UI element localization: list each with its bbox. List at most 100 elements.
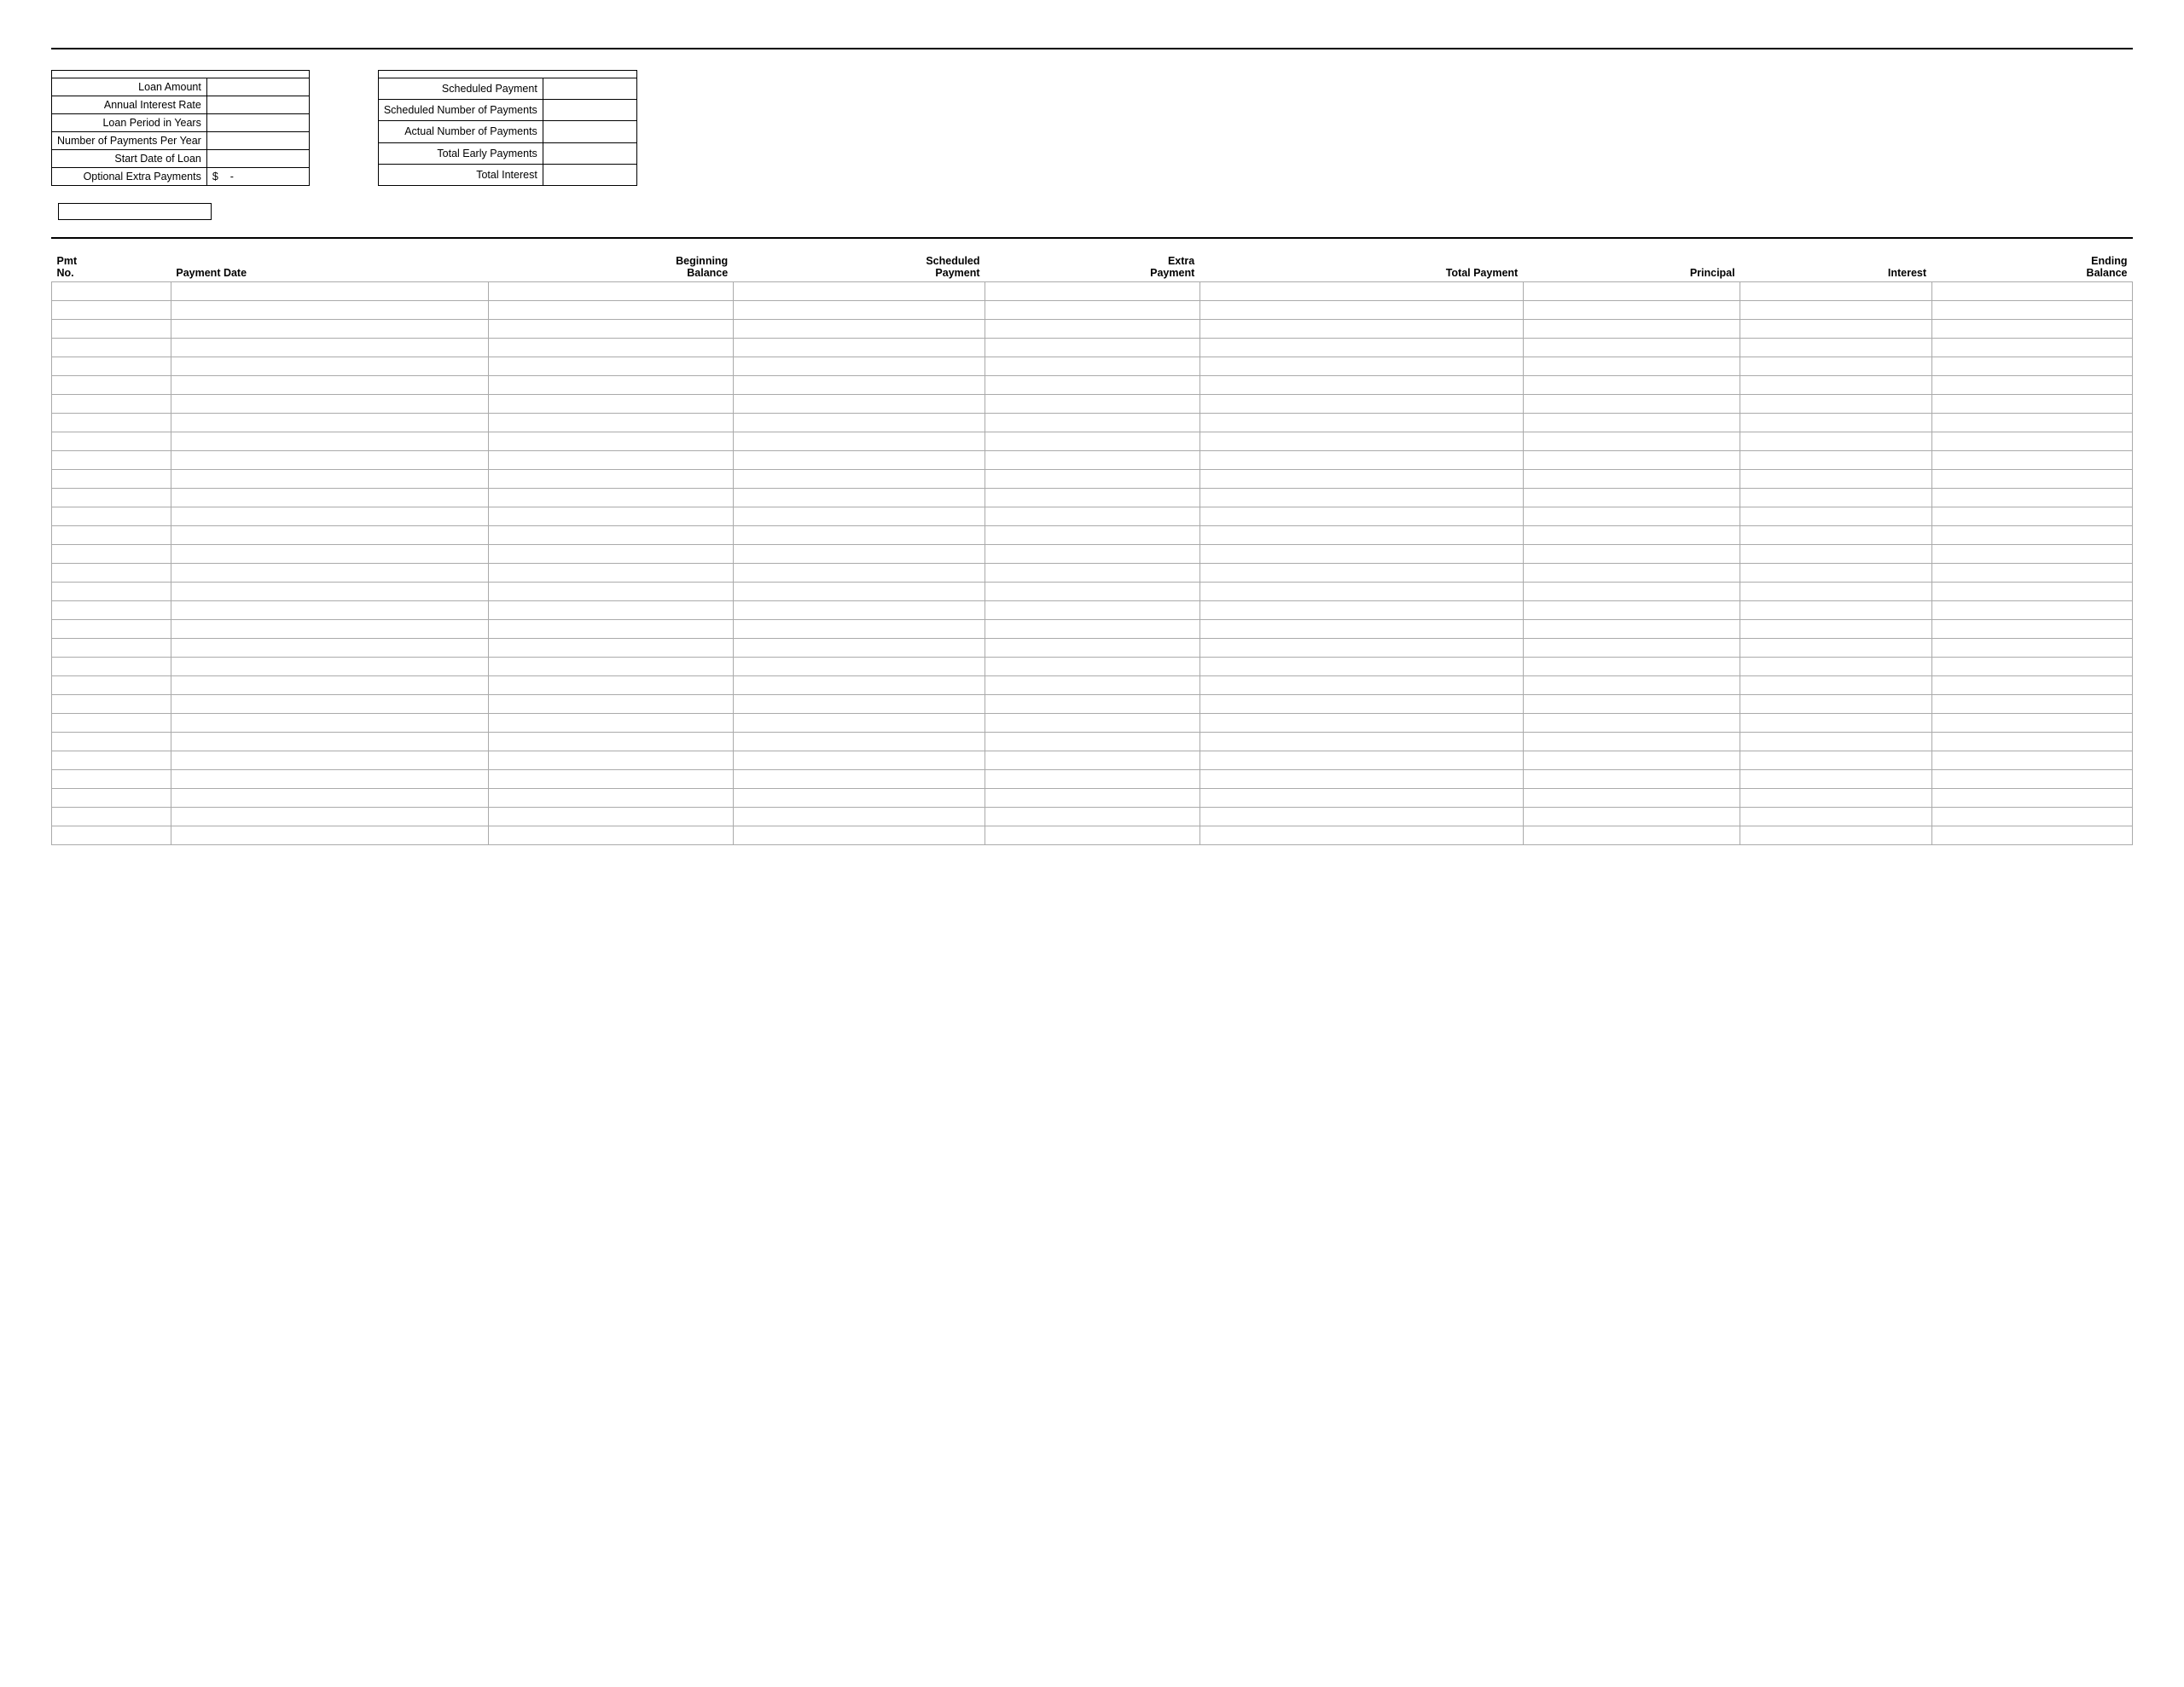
cell-payment_date — [171, 620, 488, 639]
cell-total_payment — [1199, 583, 1523, 601]
cell-beginning_balance — [488, 789, 733, 808]
cell-interest — [1740, 826, 1931, 845]
cell-principal — [1523, 676, 1740, 695]
loan-summary-label-4: Total Interest — [378, 164, 543, 185]
enter-values-value-2[interactable] — [206, 114, 309, 132]
col-header-payment_date: Payment Date — [171, 252, 488, 282]
cell-beginning_balance — [488, 714, 733, 733]
enter-values-value-4[interactable] — [206, 150, 309, 168]
cell-pmt_no — [52, 658, 171, 676]
enter-values-value-3[interactable] — [206, 132, 309, 150]
loan-summary-label-1: Scheduled Number of Payments — [378, 100, 543, 121]
cell-payment_date — [171, 414, 488, 432]
table-row — [52, 695, 2133, 714]
cell-payment_date — [171, 770, 488, 789]
cell-interest — [1740, 395, 1931, 414]
cell-total_payment — [1199, 733, 1523, 751]
cell-interest — [1740, 320, 1931, 339]
cell-scheduled_payment — [733, 301, 985, 320]
cell-principal — [1523, 620, 1740, 639]
cell-payment_date — [171, 526, 488, 545]
cell-ending_balance — [1931, 376, 2132, 395]
cell-principal — [1523, 395, 1740, 414]
cell-extra_payment — [985, 639, 1200, 658]
cell-extra_payment — [985, 320, 1200, 339]
cell-principal — [1523, 451, 1740, 470]
cell-extra_payment — [985, 376, 1200, 395]
cell-payment_date — [171, 695, 488, 714]
cell-extra_payment — [985, 357, 1200, 376]
cell-total_payment — [1199, 826, 1523, 845]
cell-interest — [1740, 432, 1931, 451]
cell-total_payment — [1199, 789, 1523, 808]
cell-scheduled_payment — [733, 733, 985, 751]
cell-scheduled_payment — [733, 770, 985, 789]
cell-total_payment — [1199, 451, 1523, 470]
cell-principal — [1523, 357, 1740, 376]
cell-principal — [1523, 714, 1740, 733]
table-row — [52, 301, 2133, 320]
enter-values-value-1[interactable] — [206, 96, 309, 114]
cell-principal — [1523, 489, 1740, 507]
table-row — [52, 489, 2133, 507]
table-row — [52, 507, 2133, 526]
lender-name-input[interactable] — [58, 203, 212, 220]
cell-payment_date — [171, 808, 488, 826]
enter-values-value-5[interactable]: $- — [206, 168, 309, 186]
table-row — [52, 620, 2133, 639]
loan-summary-header — [378, 71, 636, 78]
cell-extra_payment — [985, 695, 1200, 714]
cell-ending_balance — [1931, 601, 2132, 620]
cell-pmt_no — [52, 376, 171, 395]
table-row — [52, 282, 2133, 301]
cell-beginning_balance — [488, 301, 733, 320]
cell-pmt_no — [52, 770, 171, 789]
cell-pmt_no — [52, 789, 171, 808]
table-row — [52, 414, 2133, 432]
table-row — [52, 733, 2133, 751]
cell-total_payment — [1199, 507, 1523, 526]
cell-pmt_no — [52, 507, 171, 526]
cell-total_payment — [1199, 545, 1523, 564]
cell-interest — [1740, 676, 1931, 695]
col-header-interest: Interest — [1740, 252, 1931, 282]
cell-pmt_no — [52, 564, 171, 583]
payment-table: PmtNo.Payment DateBeginningBalanceSchedu… — [51, 252, 2133, 845]
cell-payment_date — [171, 507, 488, 526]
cell-interest — [1740, 564, 1931, 583]
table-row — [52, 676, 2133, 695]
cell-interest — [1740, 751, 1931, 770]
enter-values-value-0[interactable] — [206, 78, 309, 96]
cell-payment_date — [171, 733, 488, 751]
cell-beginning_balance — [488, 339, 733, 357]
cell-extra_payment — [985, 526, 1200, 545]
cell-scheduled_payment — [733, 320, 985, 339]
cell-ending_balance — [1931, 526, 2132, 545]
cell-payment_date — [171, 489, 488, 507]
cell-extra_payment — [985, 789, 1200, 808]
enter-values-label-2: Loan Period in Years — [52, 114, 207, 132]
cell-scheduled_payment — [733, 789, 985, 808]
cell-extra_payment — [985, 564, 1200, 583]
cell-total_payment — [1199, 620, 1523, 639]
cell-total_payment — [1199, 695, 1523, 714]
cell-extra_payment — [985, 339, 1200, 357]
cell-scheduled_payment — [733, 620, 985, 639]
cell-pmt_no — [52, 489, 171, 507]
cell-beginning_balance — [488, 826, 733, 845]
cell-payment_date — [171, 376, 488, 395]
cell-extra_payment — [985, 489, 1200, 507]
table-row — [52, 808, 2133, 826]
cell-extra_payment — [985, 676, 1200, 695]
cell-payment_date — [171, 451, 488, 470]
table-row — [52, 526, 2133, 545]
cell-principal — [1523, 414, 1740, 432]
cell-pmt_no — [52, 826, 171, 845]
cell-extra_payment — [985, 451, 1200, 470]
cell-payment_date — [171, 751, 488, 770]
cell-total_payment — [1199, 470, 1523, 489]
table-row — [52, 545, 2133, 564]
cell-total_payment — [1199, 639, 1523, 658]
cell-beginning_balance — [488, 451, 733, 470]
table-row — [52, 658, 2133, 676]
